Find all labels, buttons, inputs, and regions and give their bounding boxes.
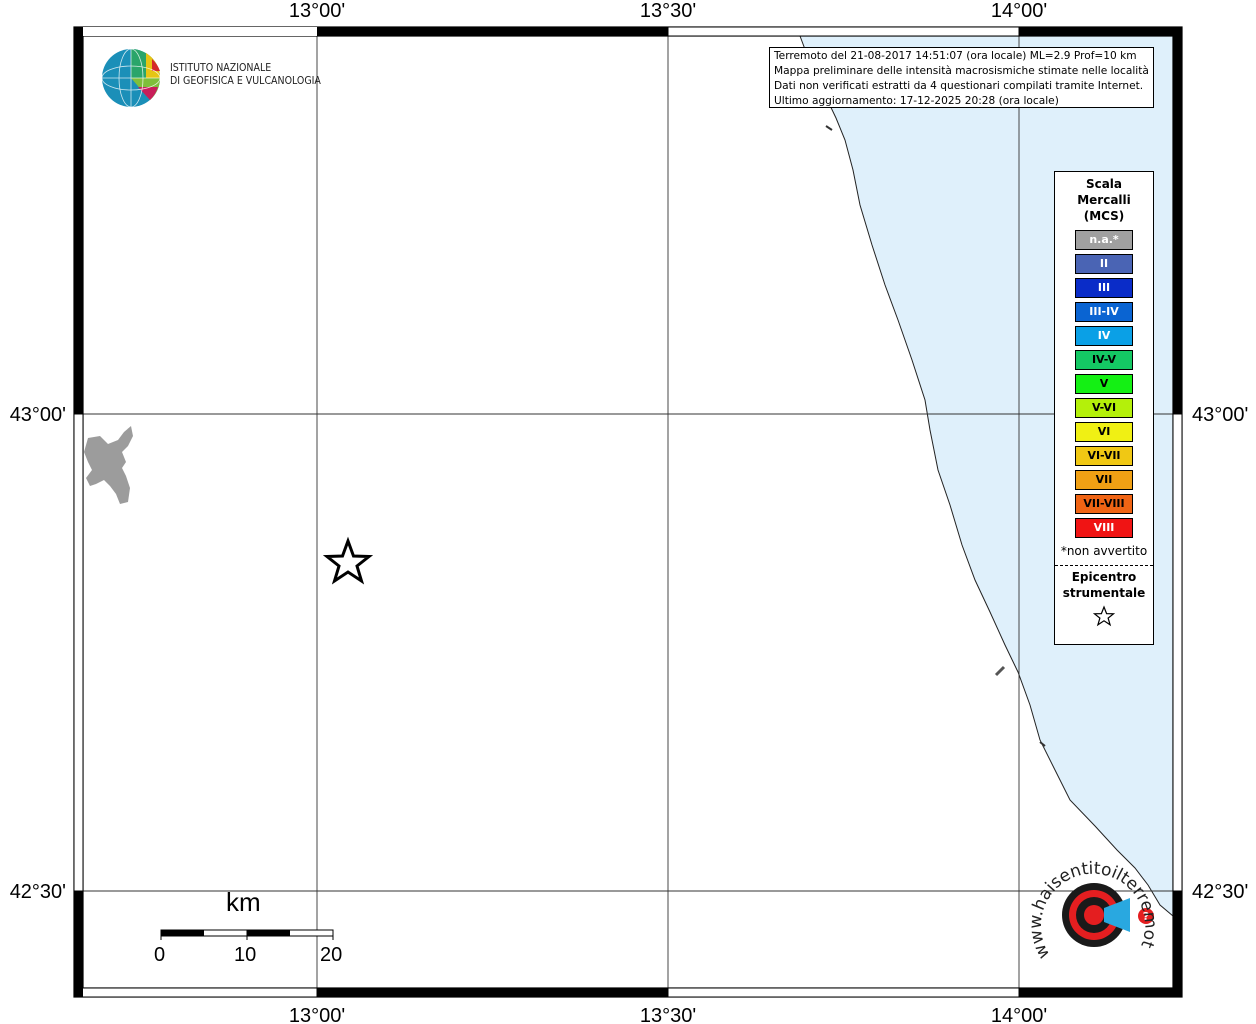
legend-epicenter-line-1: Epicentro: [1071, 570, 1137, 584]
ingv-name: ISTITUTO NAZIONALE DI GEOFISICA E VULCAN…: [170, 62, 321, 88]
legend-items: n.a.* II III III-IV IV IV-V V V-VI VI VI-VII VII VI…: [1055, 230, 1153, 538]
legend-item: V: [1075, 374, 1133, 394]
scale-bar-label-20: 20: [320, 944, 343, 966]
legend-item: VI: [1075, 422, 1133, 442]
lon-label-bottom-2: 13°30': [640, 1005, 696, 1024]
legend-title-1: Scala: [1085, 177, 1123, 191]
event-info-line-3: Dati non verificati estratti da 4 questi…: [774, 80, 1144, 92]
lat-label-left-2: 42°30': [10, 881, 66, 903]
legend-item: VII: [1075, 470, 1133, 490]
legend-item: III: [1075, 278, 1133, 298]
legend-separator: [1055, 565, 1153, 566]
legend-note: *non avvertito: [1060, 544, 1148, 558]
event-info-line-2: Mappa preliminare delle intensità macros…: [774, 65, 1149, 77]
legend-item: II: [1075, 254, 1133, 274]
ingv-logo: ISTITUTO NAZIONALE DI GEOFISICA E VULCAN…: [100, 47, 321, 111]
legend-epicenter-label: Epicentro strumentale: [1055, 569, 1153, 601]
lon-label-top-2: 13°30': [640, 0, 696, 22]
legend-item: VIII: [1075, 518, 1133, 538]
legend-title-3: (MCS): [1083, 209, 1125, 223]
globe-icon: [101, 48, 161, 108]
lon-label-bottom-1: 13°00': [289, 1005, 345, 1024]
event-info-box: Terremoto del 21-08-2017 14:51:07 (ora l…: [769, 47, 1154, 108]
lon-label-bottom-3: 14°00': [991, 1005, 1047, 1024]
legend-item: IV: [1075, 326, 1133, 346]
scale-bar-label-10: 10: [234, 944, 257, 966]
lat-label-left-1: 43°00': [10, 404, 66, 426]
legend-item: V-VI: [1075, 398, 1133, 418]
legend-item: n.a.*: [1075, 230, 1133, 250]
legend-epicenter-line-2: strumentale: [1062, 586, 1146, 600]
lat-label-right-1: 43°00': [1192, 404, 1248, 426]
legend-item: III-IV: [1075, 302, 1133, 322]
ingv-line-1: ISTITUTO NAZIONALE: [170, 62, 272, 74]
event-info-line-4: Ultimo aggiornamento: 17-12-2025 20:28 (…: [774, 95, 1059, 107]
legend-title: Scala Mercalli (MCS): [1055, 176, 1153, 224]
intensity-legend: Scala Mercalli (MCS) n.a.* II III III-IV IV I…: [1054, 171, 1154, 645]
ingv-line-2: DI GEOFISICA E VULCANOLOGIA: [170, 75, 321, 87]
lon-label-top-1: 13°00': [289, 0, 345, 22]
legend-star-icon: [1055, 605, 1153, 631]
event-info-line-1: Terremoto del 21-08-2017 14:51:07 (ora l…: [774, 50, 1137, 62]
lat-label-right-2: 42°30': [1192, 881, 1248, 903]
legend-item: IV-V: [1075, 350, 1133, 370]
legend-item: VI-VII: [1075, 446, 1133, 466]
legend-title-2: Mercalli: [1077, 193, 1131, 207]
lon-label-top-3: 14°00': [991, 0, 1047, 22]
scale-bar-unit: km: [226, 887, 261, 917]
scale-bar-label-0: 0: [154, 944, 166, 966]
legend-item: VII-VIII: [1075, 494, 1133, 514]
